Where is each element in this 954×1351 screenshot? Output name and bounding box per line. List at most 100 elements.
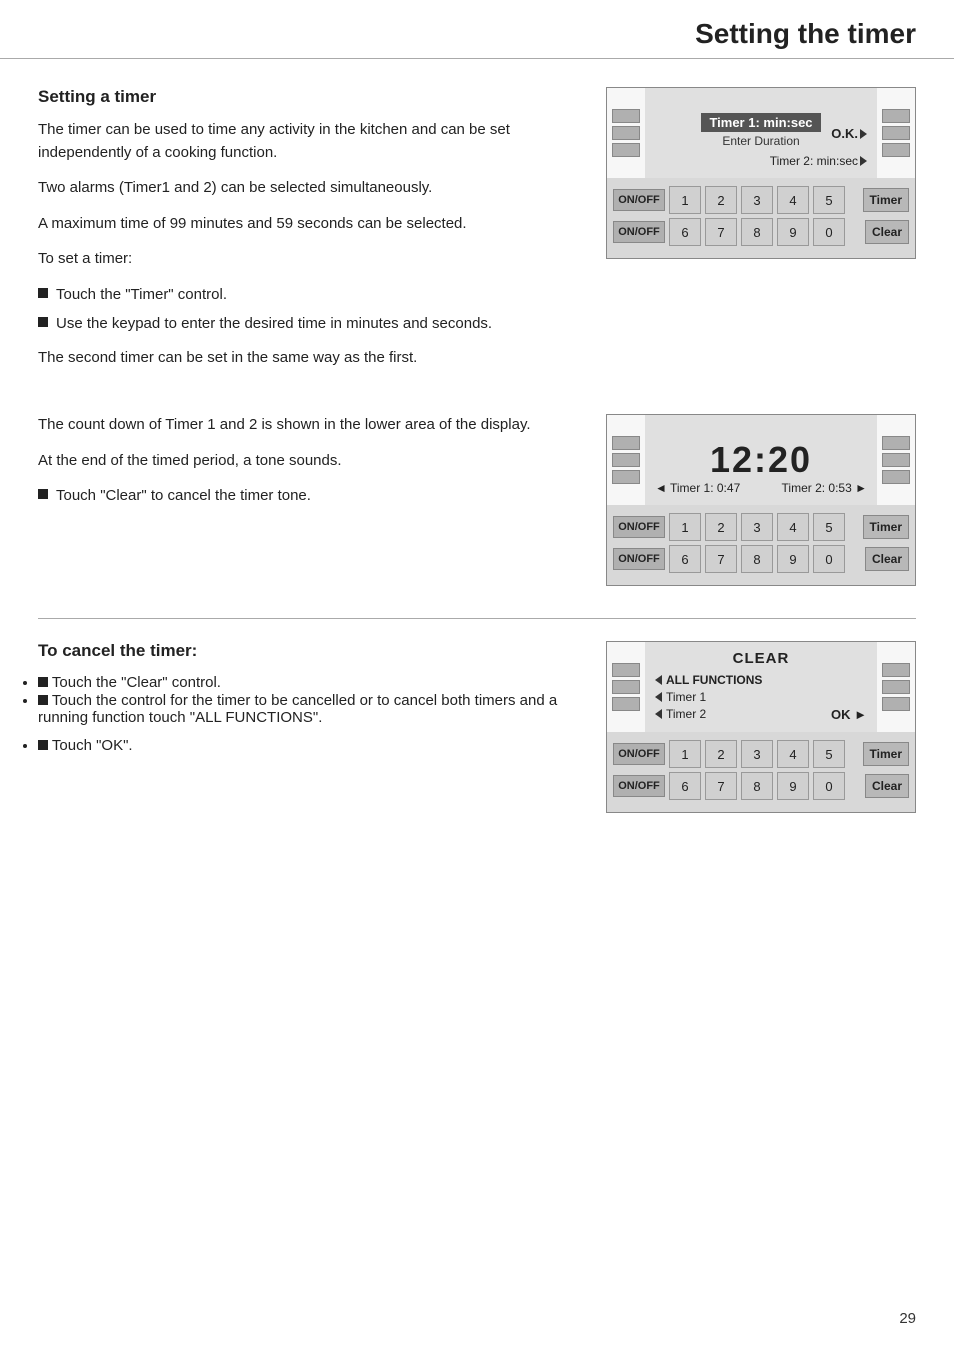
bullet-icon-5 xyxy=(38,695,48,705)
side-btn-2d[interactable] xyxy=(882,436,910,450)
side-btn-2b[interactable] xyxy=(612,453,640,467)
side-btn-1a[interactable] xyxy=(612,109,640,123)
side-btn-2c[interactable] xyxy=(612,470,640,484)
display-panel-1: Timer 1: min:sec Enter Duration O.K. Tim… xyxy=(606,87,916,259)
page-title: Setting the timer xyxy=(695,18,916,50)
key-2-9[interactable]: 9 xyxy=(777,545,809,573)
clear-btn-3[interactable]: Clear xyxy=(865,774,909,798)
timer1-cancel-label: Timer 1 xyxy=(666,690,706,704)
key-3[interactable]: 3 xyxy=(741,186,773,214)
key-2-1[interactable]: 1 xyxy=(669,513,701,541)
key-3-9[interactable]: 9 xyxy=(777,772,809,800)
key-5[interactable]: 5 xyxy=(813,186,845,214)
side-btn-3a[interactable] xyxy=(612,663,640,677)
on-off-btn-1b[interactable]: ON/OFF xyxy=(613,221,665,243)
on-off-btn-3b[interactable]: ON/OFF xyxy=(613,775,665,797)
clear-btn-2[interactable]: Clear xyxy=(865,547,909,571)
bullet-icon-2 xyxy=(38,317,48,327)
on-off-btn-2a[interactable]: ON/OFF xyxy=(613,516,665,538)
key-8[interactable]: 8 xyxy=(741,218,773,246)
key-2-0[interactable]: 0 xyxy=(813,545,845,573)
key-6[interactable]: 6 xyxy=(669,218,701,246)
para-1-3: A maximum time of 99 minutes and 59 seco… xyxy=(38,213,582,236)
big-time-display: 12:20 xyxy=(710,439,812,481)
side-btn-1e[interactable] xyxy=(882,126,910,140)
side-btn-2f[interactable] xyxy=(882,470,910,484)
timer1-sub: ◄ Timer 1: 0:47 xyxy=(655,481,740,495)
bullet-list-1: Touch the "Timer" control. Use the keypa… xyxy=(38,284,582,334)
para-1-2: Two alarms (Timer1 and 2) can be selecte… xyxy=(38,177,582,200)
timer-btn-2[interactable]: Timer xyxy=(863,515,909,539)
timer-display-2-screen: 12:20 ◄ Timer 1: 0:47 Timer 2: 0:53 ► xyxy=(645,415,877,505)
side-buttons-right-3 xyxy=(877,642,915,732)
key-7[interactable]: 7 xyxy=(705,218,737,246)
key-4[interactable]: 4 xyxy=(777,186,809,214)
para-1-1: The timer can be used to time any activi… xyxy=(38,119,582,164)
cancel-text: To cancel the timer: Touch the "Clear" c… xyxy=(38,641,582,754)
key-3-4[interactable]: 4 xyxy=(777,740,809,768)
key-2-4[interactable]: 4 xyxy=(777,513,809,541)
key-0[interactable]: 0 xyxy=(813,218,845,246)
key-2-5[interactable]: 5 xyxy=(813,513,845,541)
enter-duration: Enter Duration xyxy=(722,134,799,148)
section-text-2: The count down of Timer 1 and 2 is shown… xyxy=(38,414,582,519)
bullet-icon-6 xyxy=(38,740,48,750)
timer-display-3-screen: CLEAR ALL FUNCTIONS Timer 1 Timer 2 xyxy=(645,642,877,732)
keypad-row-2b: ON/OFF 6 7 8 9 0 Clear xyxy=(613,545,909,573)
display-panel-3: CLEAR ALL FUNCTIONS Timer 1 Timer 2 xyxy=(606,641,916,813)
key-3-0[interactable]: 0 xyxy=(813,772,845,800)
on-off-btn-3a[interactable]: ON/OFF xyxy=(613,743,665,765)
side-btn-1c[interactable] xyxy=(612,143,640,157)
side-btn-1b[interactable] xyxy=(612,126,640,140)
on-off-btn-1a[interactable]: ON/OFF xyxy=(613,189,665,211)
timer-btn-1[interactable]: Timer xyxy=(863,188,909,212)
side-buttons-right-1 xyxy=(877,88,915,178)
key-2-8[interactable]: 8 xyxy=(741,545,773,573)
key-1[interactable]: 1 xyxy=(669,186,701,214)
arrow-left-t2 xyxy=(655,709,662,719)
bullet-icon-1 xyxy=(38,288,48,298)
all-functions-label: ALL FUNCTIONS xyxy=(666,673,762,687)
key-3-5[interactable]: 5 xyxy=(813,740,845,768)
key-2-7[interactable]: 7 xyxy=(705,545,737,573)
timer1-item[interactable]: Timer 1 xyxy=(655,690,706,704)
para-1-4: To set a timer: xyxy=(38,248,582,271)
key-3-8[interactable]: 8 xyxy=(741,772,773,800)
key-3-2[interactable]: 2 xyxy=(705,740,737,768)
para-2-1: The count down of Timer 1 and 2 is shown… xyxy=(38,414,582,437)
key-3-3[interactable]: 3 xyxy=(741,740,773,768)
side-btn-1f[interactable] xyxy=(882,143,910,157)
key-2-2[interactable]: 2 xyxy=(705,513,737,541)
timer2-item[interactable]: Timer 2 xyxy=(655,707,706,721)
bullet-item-1: Touch the "Timer" control. xyxy=(38,284,582,305)
key-3-1[interactable]: 1 xyxy=(669,740,701,768)
keypad-row-3a: ON/OFF 1 2 3 4 5 Timer xyxy=(613,740,909,768)
side-btn-2a[interactable] xyxy=(612,436,640,450)
side-btn-2e[interactable] xyxy=(882,453,910,467)
bullet-list-3: Touch the "Clear" control. Touch the con… xyxy=(38,673,582,754)
key-9[interactable]: 9 xyxy=(777,218,809,246)
timer2-sub: Timer 2: 0:53 ► xyxy=(782,481,867,495)
bullet-list-2: Touch "Clear" to cancel the timer tone. xyxy=(38,485,582,506)
timer-btn-3[interactable]: Timer xyxy=(863,742,909,766)
side-btn-3b[interactable] xyxy=(612,680,640,694)
key-3-7[interactable]: 7 xyxy=(705,772,737,800)
side-btn-3e[interactable] xyxy=(882,680,910,694)
side-btn-3d[interactable] xyxy=(882,663,910,677)
all-functions-item[interactable]: ALL FUNCTIONS xyxy=(655,673,762,687)
ok-right-3[interactable]: OK ► xyxy=(831,707,867,722)
keypad-row-1a: ON/OFF 1 2 3 4 5 Timer xyxy=(613,186,909,214)
key-2-3[interactable]: 3 xyxy=(741,513,773,541)
bullet-item-3: Touch "Clear" to cancel the timer tone. xyxy=(38,485,582,506)
on-off-btn-2b[interactable]: ON/OFF xyxy=(613,548,665,570)
side-btn-1d[interactable] xyxy=(882,109,910,123)
key-2[interactable]: 2 xyxy=(705,186,737,214)
timer-display-1-screen: Timer 1: min:sec Enter Duration O.K. Tim… xyxy=(645,88,877,178)
clear-btn-1[interactable]: Clear xyxy=(865,220,909,244)
key-2-6[interactable]: 6 xyxy=(669,545,701,573)
key-3-6[interactable]: 6 xyxy=(669,772,701,800)
page-number: 29 xyxy=(899,1310,916,1327)
side-btn-3c[interactable] xyxy=(612,697,640,711)
timer1-label: Timer 1: min:sec xyxy=(701,113,820,132)
side-btn-3f[interactable] xyxy=(882,697,910,711)
